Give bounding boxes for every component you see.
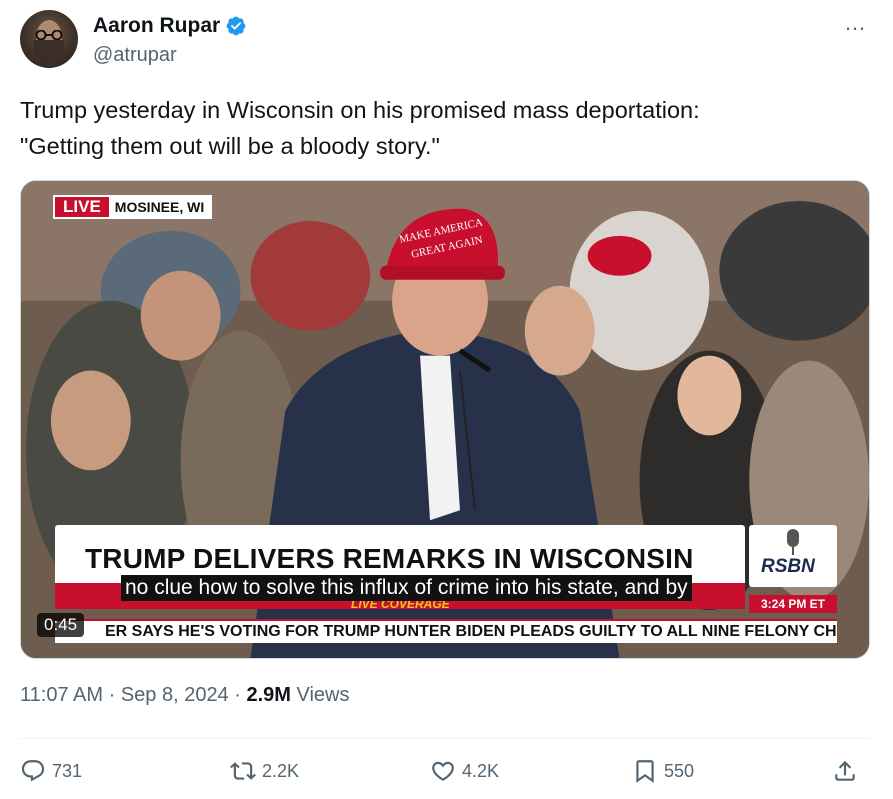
avatar[interactable]	[20, 10, 78, 68]
tweet-meta: 11:07 AM · Sep 8, 2024 · 2.9M Views	[20, 684, 349, 707]
tweet-date[interactable]: Sep 8, 2024	[121, 684, 229, 706]
author-handle[interactable]: @atrupar	[93, 44, 177, 67]
views-label: Views	[290, 684, 350, 706]
repost-button[interactable]: 2.2K	[230, 758, 299, 784]
tweet-text: Trump yesterday in Wisconsin on his prom…	[20, 92, 870, 164]
author-name-row: Aaron Rupar	[93, 14, 247, 38]
location-label: MOSINEE, WI	[108, 197, 211, 217]
microphone-icon	[787, 529, 799, 555]
reply-count: 731	[52, 760, 83, 781]
author-name[interactable]: Aaron Rupar	[93, 14, 220, 38]
repost-count: 2.2K	[262, 760, 300, 781]
action-bar: 731 2.2K 4.2K 550	[20, 758, 870, 790]
repost-icon	[230, 762, 256, 780]
bookmark-button[interactable]: 550	[632, 758, 694, 784]
reply-icon	[21, 760, 45, 782]
network-name: RSBN	[761, 556, 815, 577]
live-label: LIVE	[55, 197, 109, 217]
tweet-text-line-2: "Getting them out will be a bloody story…	[20, 133, 440, 159]
more-options-icon[interactable]: …	[844, 10, 867, 36]
bookmark-icon	[636, 760, 654, 783]
share-icon	[835, 760, 855, 781]
news-ticker: ER SAYS HE'S VOTING FOR TRUMP HUNTER BID…	[55, 619, 837, 643]
network-logo: RSBN	[749, 525, 837, 587]
like-count: 4.2K	[462, 760, 500, 781]
avatar-glasses	[35, 30, 63, 40]
video-caption: no clue how to solve this influx of crim…	[121, 575, 692, 601]
verified-badge-icon	[226, 16, 246, 36]
divider	[20, 738, 870, 739]
live-bug: LIVE MOSINEE, WI	[53, 195, 213, 219]
share-button[interactable]	[832, 758, 864, 784]
tweet-text-line-1: Trump yesterday in Wisconsin on his prom…	[20, 97, 700, 123]
tweet-header: Aaron Rupar @atrupar …	[20, 8, 873, 70]
views-count: 2.9M	[246, 684, 291, 706]
like-button[interactable]: 4.2K	[430, 758, 499, 784]
bookmark-count: 550	[664, 760, 695, 781]
broadcast-headline: TRUMP DELIVERS REMARKS IN WISCONSIN	[85, 543, 694, 574]
tweet-time[interactable]: 11:07 AM	[20, 684, 103, 706]
reply-button[interactable]: 731	[20, 758, 82, 784]
broadcast-time: 3:24 PM ET	[749, 595, 837, 613]
avatar-beard	[34, 40, 64, 62]
video-player[interactable]: MAKE AMERICA GREAT AGAIN LIVE MOSINEE, W…	[20, 180, 870, 659]
heart-icon	[432, 761, 454, 781]
ticker-text: ER SAYS HE'S VOTING FOR TRUMP HUNTER BID…	[105, 623, 837, 640]
video-duration: 0:45	[37, 613, 85, 637]
meta-separator-1: ·	[103, 684, 121, 706]
meta-separator-2: ·	[228, 684, 247, 706]
